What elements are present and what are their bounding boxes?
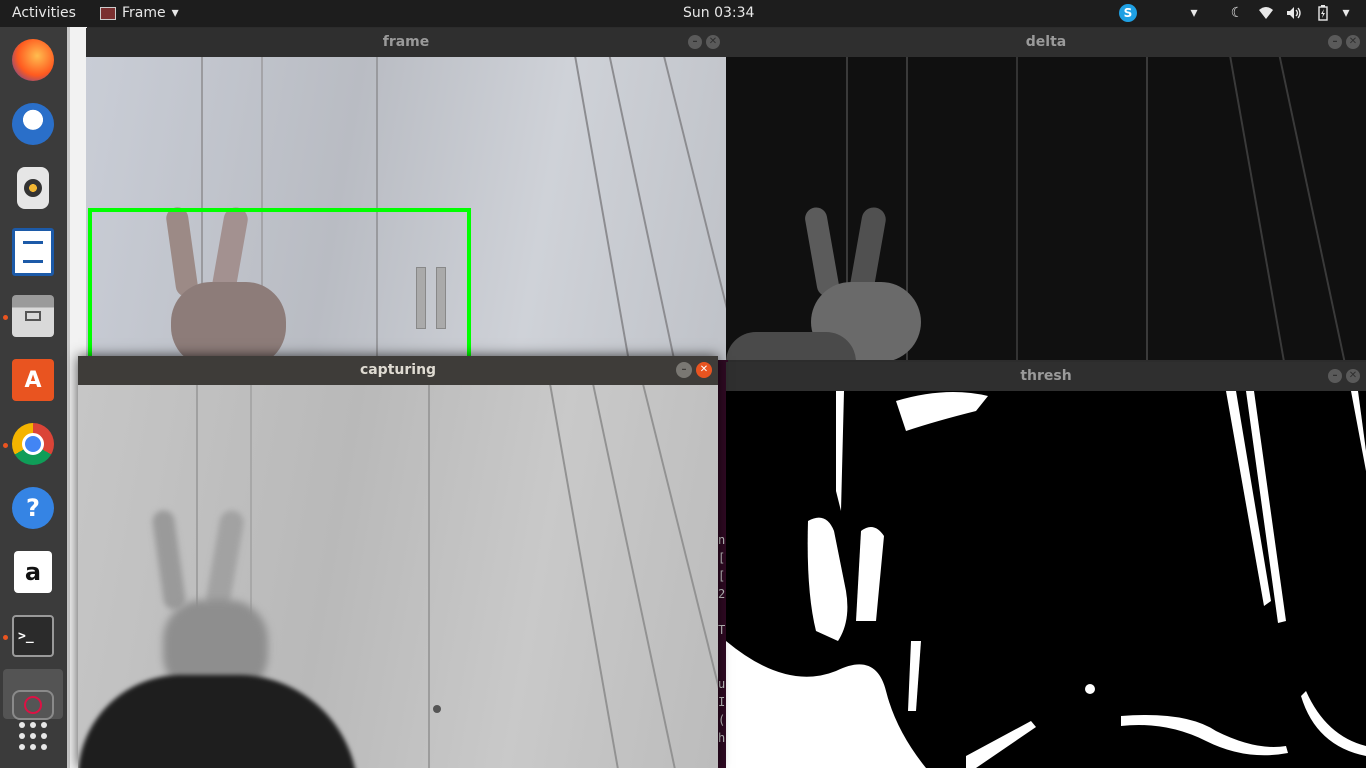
top-bar: Activities Frame ▾ Sun 03:34 S ▾ ☾ ▾ [0,0,1366,27]
firefox-icon [12,39,54,81]
delta-window[interactable]: delta – ✕ [726,28,1366,360]
clock[interactable]: Sun 03:34 [683,5,754,21]
running-indicator [3,635,8,640]
window-title: frame [382,34,430,50]
app-menu[interactable]: Frame ▾ [100,5,179,21]
terminal-line: ( [718,713,726,727]
night-light-icon[interactable]: ☾ [1228,3,1246,23]
door-edge [642,385,718,768]
dock-files[interactable] [10,293,56,339]
door-edge [428,385,430,768]
hand-finger [151,508,187,612]
chevron-down-icon: ▾ [171,5,179,21]
minimize-button[interactable]: – [676,362,692,378]
dock-thunderbird[interactable] [10,101,56,147]
help-icon: ? [12,487,54,529]
writer-icon [12,228,54,276]
ubuntu-software-icon: A [12,359,54,401]
dock-chrome[interactable] [10,421,56,467]
sleeve-shape [78,675,358,768]
door-edge [549,385,619,768]
running-indicator [3,315,8,320]
volume-icon[interactable] [1284,3,1304,23]
system-menu-chevron-icon[interactable]: ▾ [1338,3,1354,23]
door-edge [663,57,726,360]
window-title: delta [1025,34,1067,50]
wifi-icon[interactable] [1256,3,1276,23]
terminal-line: n [718,533,726,547]
dock-help[interactable]: ? [10,485,56,531]
close-button[interactable]: ✕ [696,362,712,378]
capturing-video [78,385,718,768]
terminal-line: 2 [718,587,726,601]
detection-bounding-box [88,208,471,360]
edge-line [1146,57,1148,360]
door-edge [592,385,676,768]
dock-amazon[interactable]: a [10,549,56,595]
edge-line [1229,57,1285,360]
edge-line [1278,57,1346,360]
dock-libreoffice-writer[interactable] [10,228,56,276]
terminal-line: [ [718,551,726,565]
delta-video [726,57,1366,360]
dock-camera-app[interactable] [3,669,63,720]
skype-tray[interactable]: S [1118,3,1138,23]
dock-firefox[interactable] [10,37,56,83]
minimize-button[interactable]: – [1328,369,1342,383]
dock-rhythmbox[interactable] [10,165,56,211]
terminal-line: u [718,677,726,691]
battery-icon[interactable] [1314,3,1332,23]
close-button[interactable]: ✕ [1346,369,1360,383]
thresh-window[interactable]: thresh – ✕ [726,362,1366,768]
chrome-icon [12,423,54,465]
door-knob [433,705,441,713]
grid-icon [19,722,47,750]
frame-titlebar[interactable]: frame – ✕ [86,28,726,57]
minimize-button[interactable]: – [1328,35,1342,49]
delta-titlebar[interactable]: delta – ✕ [726,28,1366,57]
sleeve-shape [726,332,856,360]
activities-button[interactable]: Activities [12,5,76,21]
files-icon [12,295,54,337]
edge-line [1016,57,1018,360]
frame-video [86,57,726,360]
tray-menu-chevron-icon[interactable]: ▾ [1186,3,1202,23]
app-menu-label: Frame [122,5,166,21]
running-indicator [3,443,8,448]
terminal-line: I [718,695,726,709]
thresh-video [726,391,1366,768]
thresh-titlebar[interactable]: thresh – ✕ [726,362,1366,391]
frame-window[interactable]: frame – ✕ [86,28,726,360]
terminal-line: [ [718,569,726,583]
dock: A ? a >_ [0,27,67,768]
skype-icon: S [1119,4,1137,22]
door-edge [574,57,630,360]
capturing-titlebar[interactable]: capturing – ✕ [78,356,718,385]
rhythmbox-icon [17,167,49,209]
window-title: thresh [1020,368,1072,384]
dock-terminal[interactable]: >_ [10,613,56,659]
app-icon [100,6,116,20]
window-title: capturing [359,362,437,378]
threshold-mask [726,391,1366,768]
minimize-button[interactable]: – [688,35,702,49]
capturing-window[interactable]: capturing – ✕ [78,356,718,768]
terminal-line: T [718,623,726,637]
close-button[interactable]: ✕ [1346,35,1360,49]
dock-ubuntu-software[interactable]: A [10,357,56,403]
close-button[interactable]: ✕ [706,35,720,49]
show-applications-button[interactable] [10,713,56,759]
thunderbird-icon [12,103,54,145]
terminal-icon: >_ [12,615,54,657]
hand-finger [204,508,246,612]
terminal-line: h [718,731,726,745]
amazon-icon: a [14,551,52,593]
